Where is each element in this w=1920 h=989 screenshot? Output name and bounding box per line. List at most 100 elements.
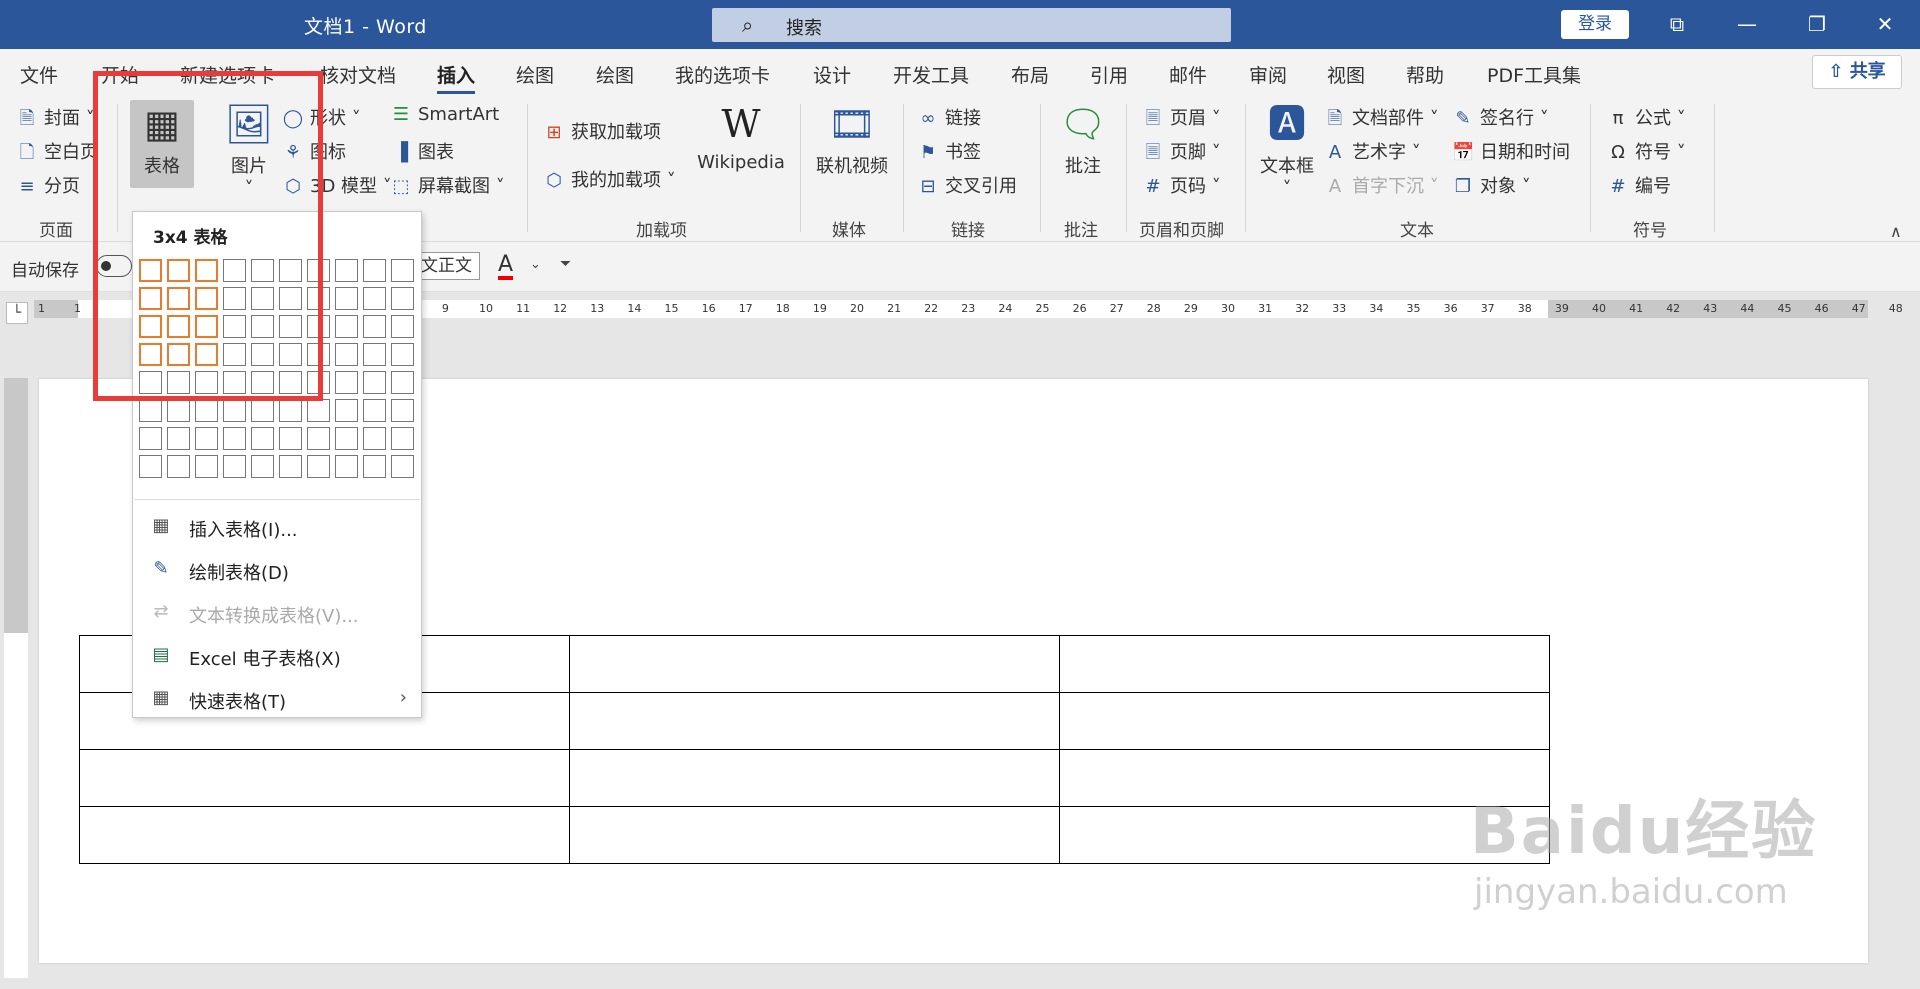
icons-button[interactable]: ⚘ 图标 [282,138,346,164]
grid-cell[interactable] [335,343,358,366]
grid-cell[interactable] [223,287,246,310]
grid-cell[interactable] [223,371,246,394]
grid-cell[interactable] [279,259,302,282]
table-cell[interactable] [1059,806,1550,864]
tab-help[interactable]: 帮助 [1406,61,1444,88]
grid-cell[interactable] [307,455,330,478]
grid-cell[interactable] [167,259,190,282]
grid-cell[interactable] [223,315,246,338]
grid-cell[interactable] [139,427,162,450]
footer-button[interactable]: 🗏 页脚 ˅ [1142,138,1221,170]
smartart-button[interactable]: ☰ SmartArt [390,104,499,125]
tab-pdf[interactable]: PDF工具集 [1487,61,1581,88]
grid-cell[interactable] [335,455,358,478]
grid-cell[interactable] [279,287,302,310]
screenshot-button[interactable]: ⬚ 屏幕截图 ˅ [390,172,504,198]
tab-home[interactable]: 开始 [101,61,139,88]
grid-cell[interactable] [195,455,218,478]
grid-cell[interactable] [167,315,190,338]
grid-cell[interactable] [195,259,218,282]
grid-cell[interactable] [251,315,274,338]
datetime-button[interactable]: 📅 日期和时间 [1452,138,1570,164]
table-cell[interactable] [1059,635,1550,693]
cover-page-button[interactable]: 🗎 封面 ˅ [16,104,95,136]
grid-cell[interactable] [167,399,190,422]
page-number-button[interactable]: # 页码 ˅ [1142,172,1220,198]
grid-cell[interactable] [363,371,386,394]
grid-cell[interactable] [251,455,274,478]
grid-cell[interactable] [195,399,218,422]
grid-cell[interactable] [279,455,302,478]
grid-cell[interactable] [195,427,218,450]
menu-item[interactable]: ⇄ 文本转换成表格(V)... [133,594,421,632]
wikipedia-button[interactable]: W Wikipedia [697,100,785,173]
quickparts-button[interactable]: 🗎 文档部件 ˅ [1324,104,1439,136]
grid-cell[interactable] [139,259,162,282]
tab-review-doc[interactable]: 核对文档 [320,61,396,88]
table-cell[interactable] [569,692,1060,750]
grid-cell[interactable] [307,315,330,338]
page-break-button[interactable]: ≡ 分页 [16,172,80,198]
grid-cell[interactable] [167,343,190,366]
tab-draw-2[interactable]: 绘图 [596,61,634,88]
comment-button[interactable]: 🗨 批注 [1053,100,1113,178]
font-select[interactable]: 文正文 [414,252,480,280]
share-button[interactable]: ⇧ 共享 [1812,55,1902,89]
grid-cell[interactable] [251,259,274,282]
grid-cell[interactable] [167,371,190,394]
tab-file[interactable]: 文件 [20,61,58,88]
login-button[interactable]: 登录 [1561,10,1629,39]
grid-cell[interactable] [195,315,218,338]
grid-cell[interactable] [335,287,358,310]
grid-cell[interactable] [391,287,414,310]
menu-item[interactable]: ▤ Excel 电子表格(X) [133,637,421,675]
tab-layout[interactable]: 布局 [1011,61,1049,88]
grid-cell[interactable] [279,399,302,422]
grid-cell[interactable] [167,455,190,478]
grid-cell[interactable] [335,259,358,282]
textbox-button[interactable]: 🅰 文本框 ˅ [1257,100,1317,199]
equation-button[interactable]: π 公式 ˅ [1607,104,1686,130]
grid-cell[interactable] [251,427,274,450]
grid-cell[interactable] [307,287,330,310]
table-cell[interactable] [569,635,1060,693]
grid-cell[interactable] [307,427,330,450]
tab-review[interactable]: 审阅 [1249,61,1287,88]
tab-selector[interactable]: └ [6,302,28,324]
my-addins-button[interactable]: ⬡ 我的加载项 ˅ [543,166,676,192]
dropcap-button[interactable]: A 首字下沉 ˅ [1324,172,1439,198]
tab-developer[interactable]: 开发工具 [893,61,969,88]
grid-cell[interactable] [363,259,386,282]
table-cell[interactable] [569,749,1060,807]
wordart-button[interactable]: A 艺术字 ˅ [1324,138,1421,164]
grid-cell[interactable] [363,343,386,366]
grid-cell[interactable] [307,259,330,282]
get-addins-button[interactable]: ⊞ 获取加载项 [543,118,661,144]
tab-insert[interactable]: 插入 [437,61,476,94]
table-cell[interactable] [1059,692,1550,750]
grid-cell[interactable] [251,371,274,394]
minimize-icon[interactable]: — [1712,0,1782,49]
bookmark-button[interactable]: ⚑ 书签 [917,138,981,164]
tab-my-tab[interactable]: 我的选项卡 [675,61,770,88]
grid-cell[interactable] [251,343,274,366]
grid-cell[interactable] [391,343,414,366]
header-button[interactable]: 🗏 页眉 ˅ [1142,104,1221,136]
signature-line-button[interactable]: ✎ 签名行 ˅ [1452,104,1548,130]
grid-cell[interactable] [223,399,246,422]
grid-cell[interactable] [391,371,414,394]
grid-cell[interactable] [223,455,246,478]
customize-qat-icon[interactable]: ⏷ [560,256,571,272]
grid-cell[interactable] [139,287,162,310]
link-button[interactable]: ∞ 链接 [917,104,982,130]
collapse-ribbon-icon[interactable]: ∧ [1890,222,1902,241]
grid-cell[interactable] [139,371,162,394]
grid-cell[interactable] [391,399,414,422]
grid-cell[interactable] [279,315,302,338]
menu-item[interactable]: ▦ 插入表格(I)... [133,508,421,546]
tab-design[interactable]: 设计 [813,61,851,88]
grid-cell[interactable] [167,287,190,310]
font-color-icon[interactable]: A [498,252,514,280]
grid-cell[interactable] [335,371,358,394]
grid-cell[interactable] [167,427,190,450]
